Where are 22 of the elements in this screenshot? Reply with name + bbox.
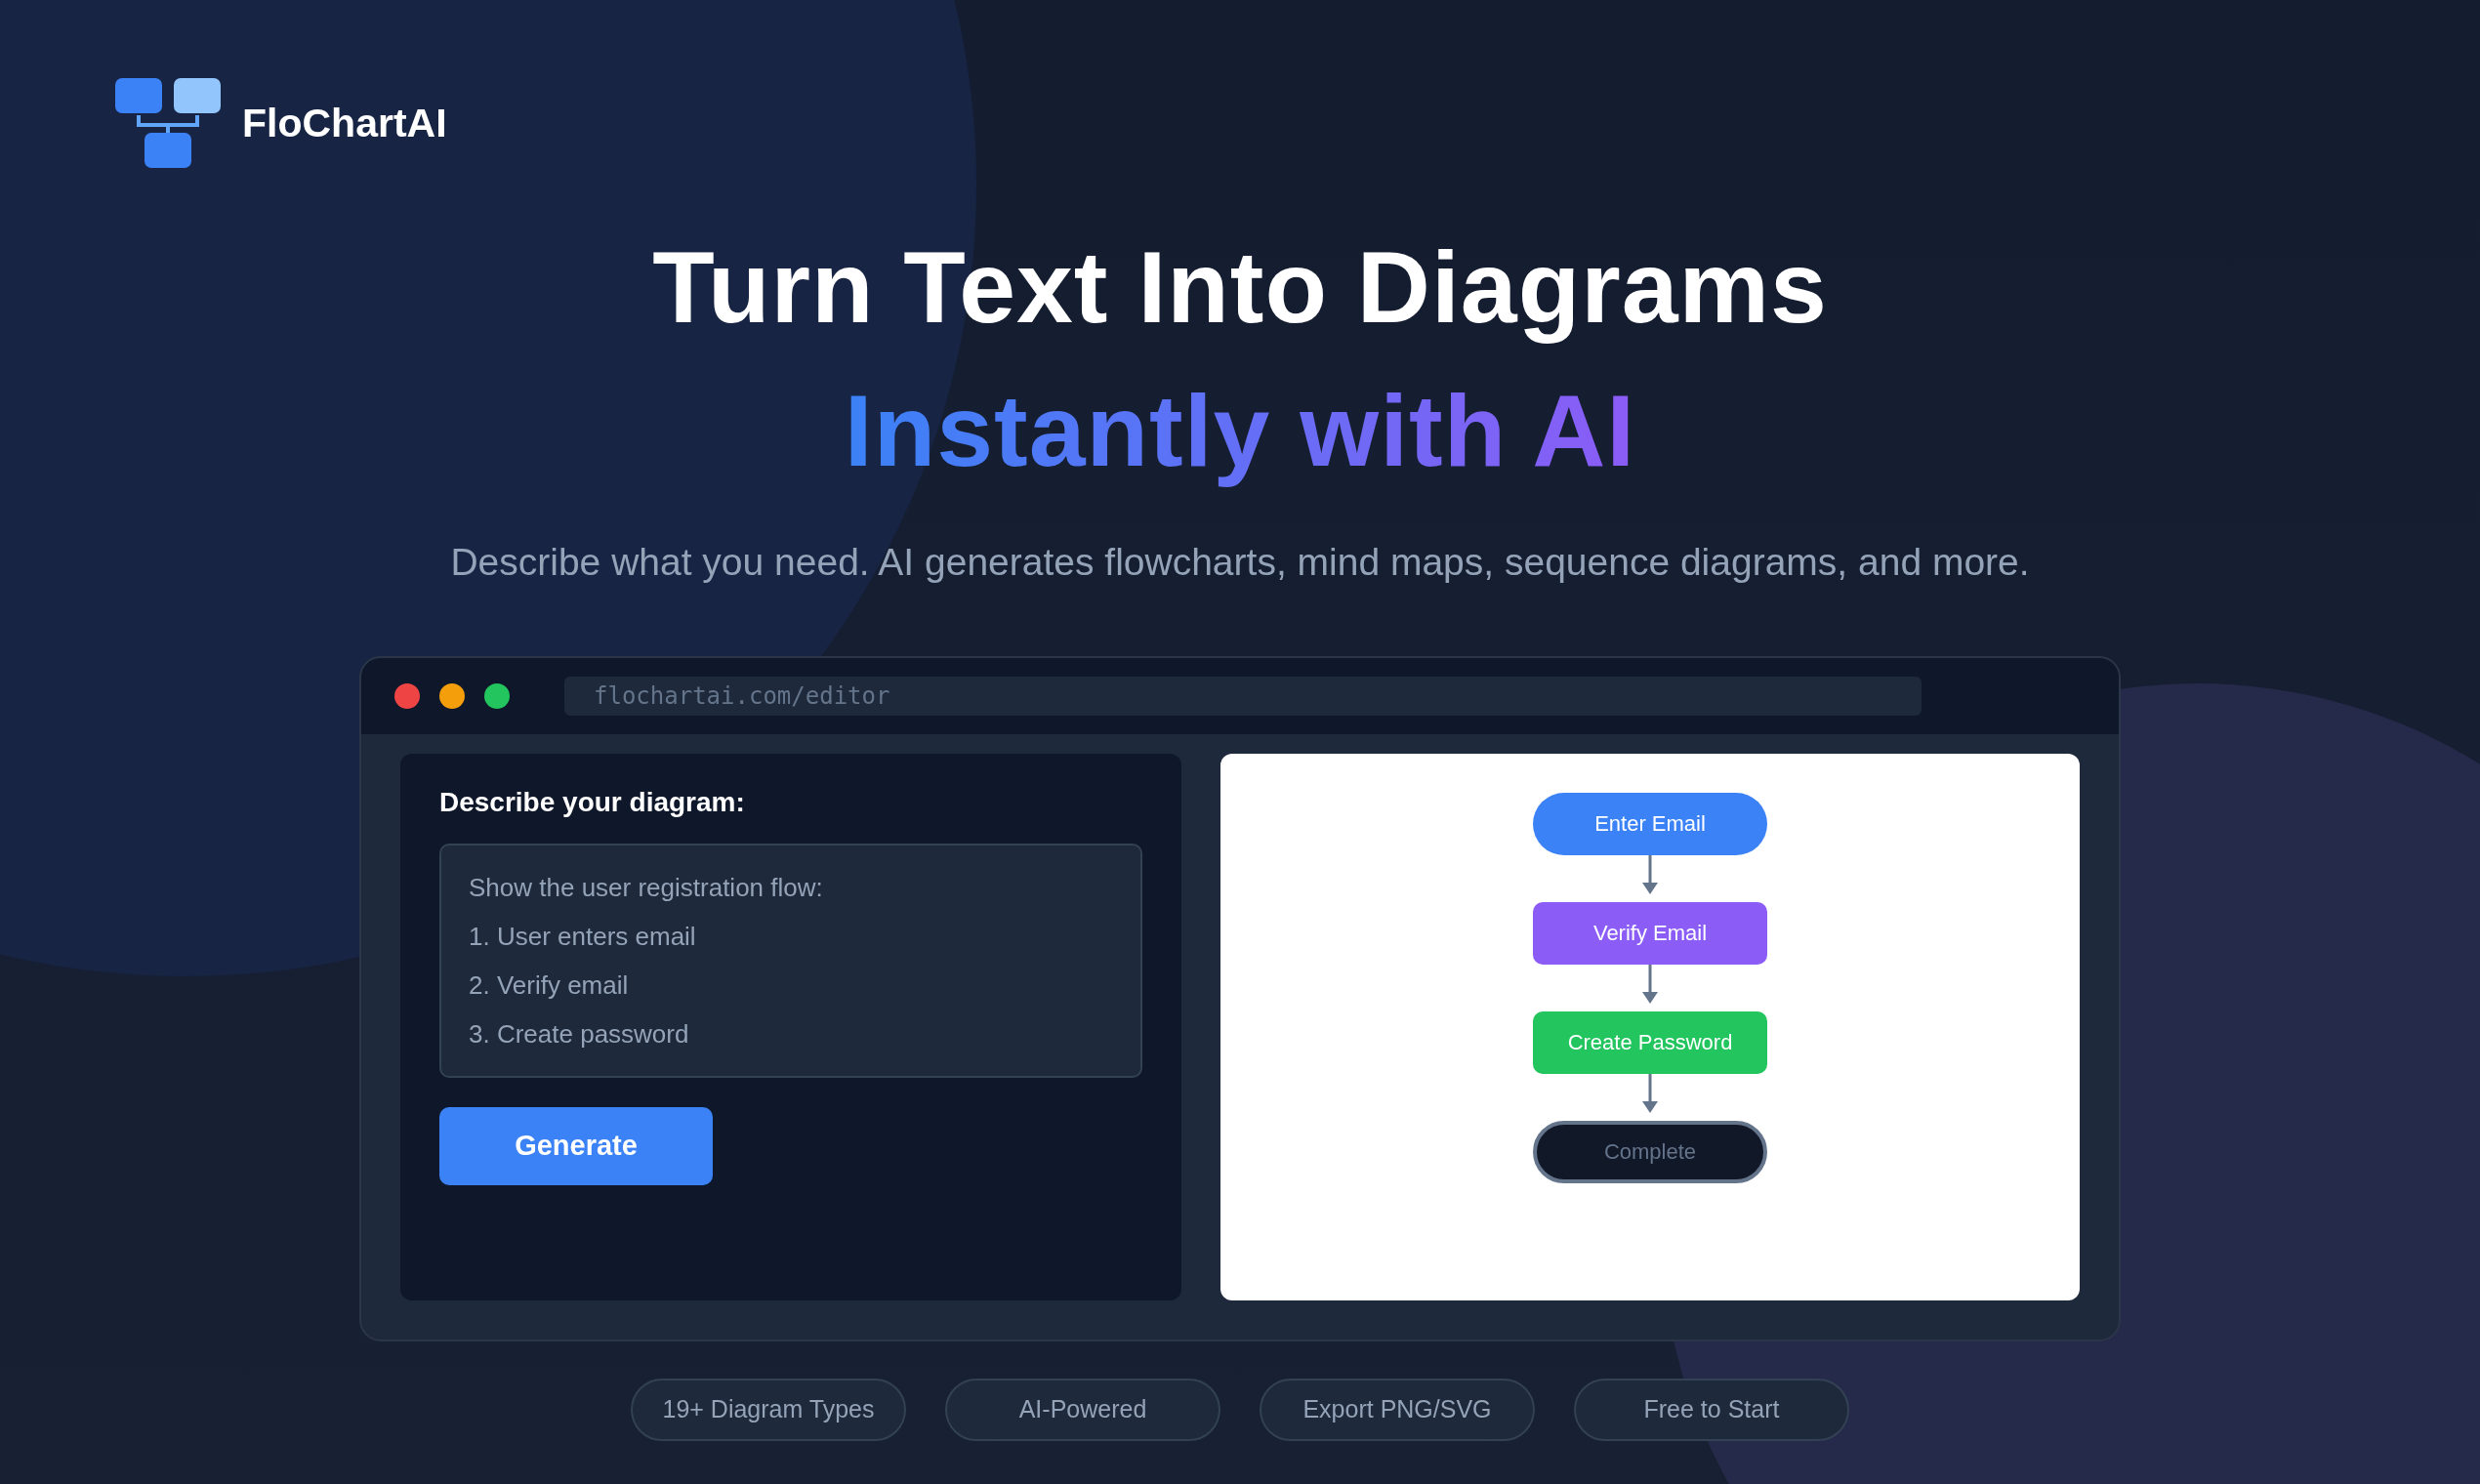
brand-name: FloChartAI: [242, 100, 447, 146]
feature-tag: 19+ Diagram Types: [631, 1378, 906, 1441]
hero-subtitle: Describe what you need. AI generates flowcharts, mind maps, sequence diagrams, and more.: [450, 540, 2030, 584]
prompt-field[interactable]: Show the user registration flow: 1. User enters email 2. Verify email 3. Create password: [439, 843, 1142, 1078]
flowchart-node: Enter Email: [1533, 792, 1767, 855]
logo-icon: [115, 78, 223, 168]
arrow-icon: [1642, 964, 1658, 1004]
flowchart-node: Verify Email: [1533, 901, 1767, 965]
feature-tag: Free to Start: [1574, 1378, 1849, 1441]
hero-title: Turn Text Into Diagrams: [652, 229, 1828, 346]
prompt-label: Describe your diagram:: [439, 786, 746, 818]
minimize-dot-icon[interactable]: [439, 682, 465, 709]
generate-button[interactable]: Generate: [439, 1106, 713, 1185]
arrow-icon: [1642, 1073, 1658, 1113]
arrow-icon: [1642, 854, 1658, 894]
maximize-dot-icon[interactable]: [484, 682, 510, 709]
close-dot-icon[interactable]: [394, 682, 420, 709]
flowchart-node: Complete: [1533, 1120, 1767, 1183]
flowchart-node: Create Password: [1533, 1010, 1767, 1074]
feature-tag: Export PNG/SVG: [1260, 1378, 1535, 1441]
url-bar[interactable]: flochartai.com/editor: [564, 676, 1922, 716]
feature-tag: AI-Powered: [945, 1378, 1220, 1441]
